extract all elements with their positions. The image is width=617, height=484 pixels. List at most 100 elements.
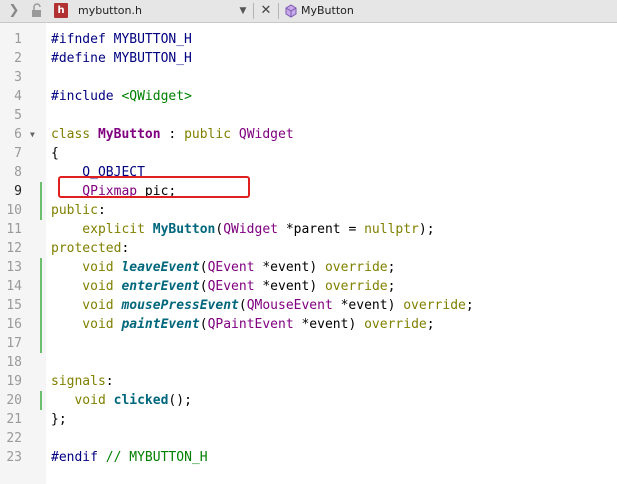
code-line[interactable]: 15 void mousePressEvent(QMouseEvent *eve… xyxy=(0,296,617,315)
chevron-down-icon[interactable]: ▼ xyxy=(236,0,250,22)
code-line[interactable]: 2 #define MYBUTTON_H xyxy=(0,49,617,68)
line-number: 18 xyxy=(6,355,22,370)
code-line[interactable]: 1 #ifndef MYBUTTON_H xyxy=(0,30,617,49)
code-line[interactable]: 3 xyxy=(0,68,617,87)
code-token: ; xyxy=(426,317,435,332)
code-token: #define MYBUTTON_H xyxy=(51,51,192,66)
line-number: 6 xyxy=(14,127,22,142)
code-token: paintEvent xyxy=(121,317,200,332)
code-token: ; xyxy=(465,298,474,313)
line-number: 13 xyxy=(6,260,22,275)
symbol-selector[interactable]: MyButton xyxy=(301,0,354,22)
line-number: 21 xyxy=(6,412,22,427)
code-line[interactable]: 20 void clicked(); xyxy=(0,391,617,410)
modified-line-marker xyxy=(40,201,42,220)
code-token: public xyxy=(51,203,98,218)
editor-toolbar: ❯ h mybutton.h ▼ ✕ MyButton xyxy=(0,0,617,23)
code-token: #endif xyxy=(51,450,106,465)
code-token: protected xyxy=(51,241,122,256)
class-icon xyxy=(284,0,300,22)
code-token: *parent = xyxy=(278,222,365,237)
line-number: 16 xyxy=(6,317,22,332)
code-token: ; xyxy=(387,279,396,294)
code-token: : xyxy=(105,374,114,389)
code-token: nullptr xyxy=(364,222,419,237)
code-line[interactable]: 6 ▼ class MyButton : public QWidget xyxy=(0,125,617,144)
code-line[interactable]: 5 xyxy=(0,106,617,125)
line-number: 2 xyxy=(14,51,22,66)
file-name-dropdown[interactable]: mybutton.h xyxy=(78,0,142,22)
code-token: }; xyxy=(51,412,67,427)
code-token: override xyxy=(324,260,388,275)
code-token: ( xyxy=(199,260,208,275)
code-token: class xyxy=(51,127,98,142)
code-line[interactable]: 23 #endif // MYBUTTON_H xyxy=(0,448,617,467)
line-number: 20 xyxy=(6,393,22,408)
code-line[interactable]: 19 signals: xyxy=(0,372,617,391)
code-editor[interactable]: 1 #ifndef MYBUTTON_H 2 #define MYBUTTON_H 3 4… xyxy=(0,23,617,484)
line-number: 17 xyxy=(6,336,22,351)
code-token: *event) xyxy=(254,279,325,294)
modified-line-marker xyxy=(40,315,42,334)
code-token: void xyxy=(51,298,122,313)
code-token: ( xyxy=(199,279,208,294)
code-line[interactable]: 16 void paintEvent(QPaintEvent *event) o… xyxy=(0,315,617,334)
line-number: 19 xyxy=(6,374,22,389)
code-line[interactable]: 18 xyxy=(0,353,617,372)
code-text: #ifndef MYBUTTON_H xyxy=(51,30,192,49)
code-token: public xyxy=(184,127,239,142)
code-line[interactable]: 12 protected: xyxy=(0,239,617,258)
code-line[interactable]: 10 public: xyxy=(0,201,617,220)
code-token: *event) xyxy=(254,260,325,275)
code-token: void xyxy=(51,317,122,332)
code-line[interactable]: 14 void enterEvent(QEvent *event) overri… xyxy=(0,277,617,296)
line-number: 12 xyxy=(6,241,22,256)
code-token: void xyxy=(51,260,122,275)
line-number: 3 xyxy=(14,70,22,85)
code-line[interactable]: 11 explicit MyButton(QWidget *parent = n… xyxy=(0,220,617,239)
code-token: void xyxy=(51,279,122,294)
modified-line-marker xyxy=(40,182,42,201)
line-number: 15 xyxy=(6,298,22,313)
modified-line-marker xyxy=(40,334,42,353)
code-line[interactable]: 7{ xyxy=(0,144,617,163)
close-icon[interactable]: ✕ xyxy=(258,0,274,22)
fold-toggle-icon[interactable]: ▼ xyxy=(30,125,35,144)
code-token: ); xyxy=(418,222,435,237)
code-token: signals xyxy=(51,374,106,389)
code-text: explicit MyButton(QWidget *parent = null… xyxy=(51,220,435,239)
modified-line-marker xyxy=(40,296,42,315)
code-text: protected: xyxy=(51,239,129,258)
code-line[interactable]: 22 xyxy=(0,429,617,448)
code-line[interactable]: 13 void leaveEvent(QEvent *event) overri… xyxy=(0,258,617,277)
code-line[interactable]: 17 xyxy=(0,334,617,353)
code-token: mousePressEvent xyxy=(121,298,239,313)
line-number: 9 xyxy=(14,184,22,199)
code-text: void mousePressEvent(QMouseEvent *event)… xyxy=(51,296,474,315)
code-text: }; xyxy=(51,410,67,429)
line-number: 1 xyxy=(14,32,22,47)
code-text: #include <QWidget> xyxy=(51,87,192,106)
code-token: MyButton xyxy=(97,127,161,142)
line-number: 23 xyxy=(6,450,22,465)
chevron-right-icon[interactable]: ❯ xyxy=(6,0,22,22)
code-text: void paintEvent(QPaintEvent *event) over… xyxy=(51,315,435,334)
header-file-icon: h xyxy=(54,3,68,18)
code-token: *event) xyxy=(332,298,404,313)
code-token: QPaintEvent xyxy=(207,317,294,332)
code-token: ( xyxy=(238,298,247,313)
lock-icon[interactable] xyxy=(30,0,46,22)
code-token: // MYBUTTON_H xyxy=(105,450,208,465)
code-line[interactable]: 21}; xyxy=(0,410,617,429)
code-text: void leaveEvent(QEvent *event) override; xyxy=(51,258,395,277)
code-token: explicit xyxy=(51,222,153,237)
code-token: leaveEvent xyxy=(121,260,200,275)
line-number: 4 xyxy=(14,89,22,104)
code-token: QEvent xyxy=(207,279,255,294)
code-token: (); xyxy=(168,393,192,408)
line-number: 11 xyxy=(6,222,22,237)
code-line[interactable]: 4 #include <QWidget> xyxy=(0,87,617,106)
code-token: *event) xyxy=(293,317,365,332)
code-token: clicked xyxy=(113,393,169,408)
code-token: : xyxy=(97,203,106,218)
